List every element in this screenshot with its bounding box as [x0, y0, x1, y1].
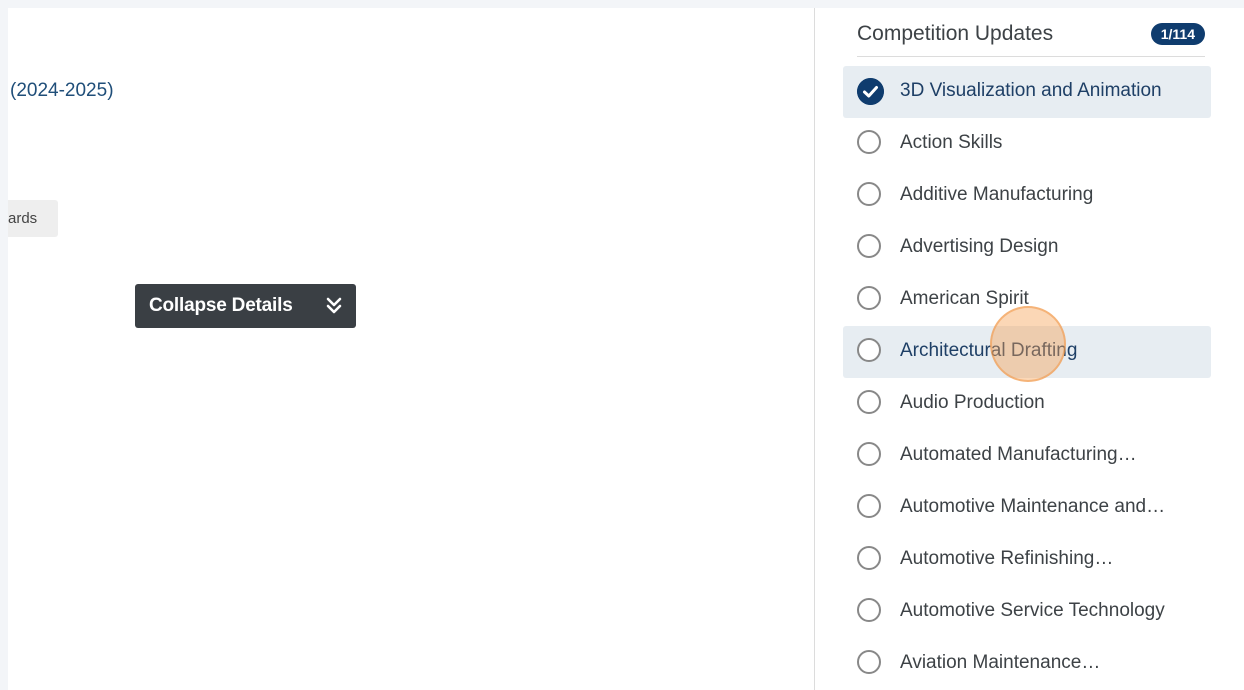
competition-item[interactable]: Audio Production: [843, 378, 1211, 430]
radio-circle-icon[interactable]: [857, 442, 881, 466]
competition-item-label: Automotive Refinishing…: [900, 548, 1114, 569]
competition-item[interactable]: Advertising Design: [843, 222, 1211, 274]
competition-item-label: Additive Manufacturing: [900, 184, 1094, 205]
competition-item[interactable]: Architectural Drafting: [843, 326, 1211, 378]
competition-item-label: Automotive Service Technology: [900, 600, 1165, 621]
competition-item-label: Automated Manufacturing…: [900, 444, 1137, 465]
competition-item-label: 3D Visualization and Animation: [900, 80, 1162, 101]
competition-item-label: Architectural Drafting: [900, 340, 1078, 361]
double-chevron-down-icon: [326, 297, 342, 314]
competition-item-label: Aviation Maintenance…: [900, 652, 1101, 673]
radio-circle-icon[interactable]: [857, 546, 881, 570]
competition-item[interactable]: 3D Visualization and Animation: [843, 66, 1211, 118]
radio-circle-icon[interactable]: [857, 338, 881, 362]
competition-item[interactable]: Automated Manufacturing…: [843, 430, 1211, 482]
radio-circle-icon[interactable]: [857, 234, 881, 258]
radio-circle-icon[interactable]: [857, 598, 881, 622]
competition-item[interactable]: American Spirit: [843, 274, 1211, 326]
competition-item[interactable]: Aviation Maintenance…: [843, 638, 1211, 690]
competition-item-label: Audio Production: [900, 392, 1045, 413]
competition-item[interactable]: Additive Manufacturing: [843, 170, 1211, 222]
radio-circle-icon[interactable]: [857, 390, 881, 414]
competition-updates-panel: Competition Updates 1/114 3D Visualizati…: [815, 8, 1244, 690]
panel-header: Competition Updates 1/114: [857, 20, 1205, 57]
competition-item[interactable]: Automotive Refinishing…: [843, 534, 1211, 586]
count-badge: 1/114: [1150, 23, 1205, 45]
competition-item-label: Automotive Maintenance and…: [900, 496, 1166, 517]
standards-tag[interactable]: ards: [8, 200, 58, 237]
competition-item[interactable]: Automotive Service Technology: [843, 586, 1211, 638]
checkmark-circle-icon: [857, 78, 884, 105]
radio-circle-icon[interactable]: [857, 286, 881, 310]
competition-item[interactable]: Automotive Maintenance and…: [843, 482, 1211, 534]
competition-item-label: Action Skills: [900, 132, 1003, 153]
radio-circle-icon[interactable]: [857, 130, 881, 154]
competition-item-label: American Spirit: [900, 288, 1029, 309]
page-title: (2024-2025): [10, 80, 114, 101]
radio-circle-icon[interactable]: [857, 650, 881, 674]
collapse-details-button[interactable]: Collapse Details: [135, 284, 356, 328]
radio-circle-icon[interactable]: [857, 494, 881, 518]
radio-circle-icon[interactable]: [857, 182, 881, 206]
panel-title: Competition Updates: [857, 22, 1054, 45]
competition-item-label: Advertising Design: [900, 236, 1059, 257]
competition-list: 3D Visualization and Animation Action Sk…: [843, 66, 1211, 690]
collapse-details-label: Collapse Details: [149, 295, 293, 316]
competition-item[interactable]: Action Skills: [843, 118, 1211, 170]
page: (2024-2025) ards Collapse Details Compet…: [8, 8, 1244, 690]
